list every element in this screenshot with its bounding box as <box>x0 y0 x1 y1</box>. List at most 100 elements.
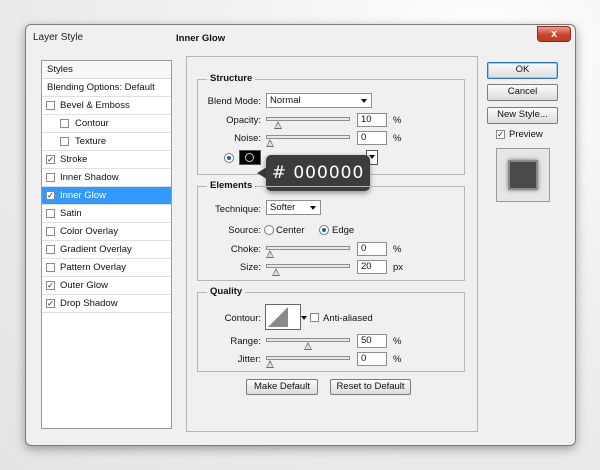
jitter-input[interactable]: 0 <box>357 352 387 366</box>
quality-title: Quality <box>207 286 246 297</box>
preview-swatch <box>508 160 538 190</box>
style-item-color-overlay[interactable]: Color Overlay <box>42 223 171 241</box>
technique-label: Technique: <box>215 204 261 215</box>
style-item-texture[interactable]: Texture <box>42 133 171 151</box>
contour-picker[interactable] <box>265 304 301 330</box>
size-input[interactable]: 20 <box>357 260 387 274</box>
style-preview <box>496 148 550 202</box>
size-label: Size: <box>239 262 261 273</box>
noise-slider-thumb[interactable] <box>266 139 274 147</box>
chevron-down-icon <box>310 206 316 210</box>
title-bar: Layer Style x <box>26 25 575 49</box>
styles-list: Styles Blending Options: Default Bevel &… <box>41 60 172 429</box>
anti-aliased-checkbox[interactable] <box>310 313 319 322</box>
make-default-button[interactable]: Make Default <box>246 379 318 395</box>
chevron-down-icon[interactable] <box>301 316 307 320</box>
style-item-label: Stroke <box>60 154 88 165</box>
style-item-label: Bevel & Emboss <box>60 100 130 111</box>
style-item-label: Inner Shadow <box>60 172 119 183</box>
choke-label: Choke: <box>230 244 261 255</box>
glow-color-swatch[interactable] <box>239 150 261 165</box>
style-checkbox[interactable]: ✓ <box>46 299 55 308</box>
blending-options-item[interactable]: Blending Options: Default <box>42 79 171 97</box>
style-checkbox[interactable] <box>46 263 55 272</box>
opacity-slider-thumb[interactable] <box>273 121 282 129</box>
ok-button[interactable]: OK <box>487 62 558 79</box>
jitter-slider[interactable] <box>266 356 350 360</box>
style-item-bevel-emboss[interactable]: Bevel & Emboss <box>42 97 171 115</box>
style-item-satin[interactable]: Satin <box>42 205 171 223</box>
style-checkbox[interactable] <box>60 137 69 146</box>
size-unit: px <box>393 262 404 273</box>
choke-slider-thumb[interactable] <box>266 250 274 258</box>
style-checkbox[interactable] <box>60 119 69 128</box>
preview-label[interactable]: Preview <box>509 129 543 140</box>
reset-to-default-button[interactable]: Reset to Default <box>330 379 411 395</box>
style-item-inner-shadow[interactable]: Inner Shadow <box>42 169 171 187</box>
style-item-contour[interactable]: Contour <box>42 115 171 133</box>
noise-input[interactable]: 0 <box>357 131 387 145</box>
style-checkbox[interactable]: ✓ <box>46 281 55 290</box>
style-item-gradient-overlay[interactable]: Gradient Overlay <box>42 241 171 259</box>
style-checkbox[interactable] <box>46 245 55 254</box>
opacity-label: Opacity: <box>226 115 261 126</box>
close-button[interactable]: x <box>537 26 571 42</box>
style-item-label: Inner Glow <box>60 190 106 201</box>
choke-unit: % <box>393 244 402 255</box>
preview-checkbox[interactable]: ✓ <box>496 130 505 139</box>
range-unit: % <box>393 336 402 347</box>
jitter-unit: % <box>393 354 402 365</box>
chevron-down-icon <box>361 99 367 103</box>
style-checkbox[interactable] <box>46 173 55 182</box>
size-slider-thumb[interactable] <box>272 268 281 276</box>
source-edge-label[interactable]: Edge <box>332 225 354 236</box>
anti-aliased-label[interactable]: Anti-aliased <box>323 313 373 324</box>
color-picker-icon <box>245 153 254 162</box>
style-item-pattern-overlay[interactable]: Pattern Overlay <box>42 259 171 277</box>
cancel-button[interactable]: Cancel <box>487 84 558 101</box>
style-item-label: Contour <box>75 118 109 129</box>
new-style-button[interactable]: New Style... <box>487 107 558 124</box>
opacity-input[interactable]: 10 <box>357 113 387 127</box>
style-checkbox[interactable] <box>46 209 55 218</box>
source-edge-radio[interactable] <box>319 225 329 235</box>
blend-mode-label: Blend Mode: <box>207 96 261 107</box>
style-item-label: Color Overlay <box>60 226 119 237</box>
structure-title: Structure <box>207 73 256 84</box>
blend-mode-select[interactable]: Normal <box>266 93 372 108</box>
style-checkbox[interactable]: ✓ <box>46 191 55 200</box>
noise-unit: % <box>393 133 402 144</box>
range-label: Range: <box>230 336 261 347</box>
style-item-label: Gradient Overlay <box>60 244 132 255</box>
style-checkbox[interactable] <box>46 101 55 110</box>
style-checkbox[interactable]: ✓ <box>46 155 55 164</box>
style-item-stroke[interactable]: ✓ Stroke <box>42 151 171 169</box>
style-item-label: Pattern Overlay <box>60 262 126 273</box>
style-item-drop-shadow[interactable]: ✓ Drop Shadow <box>42 295 171 313</box>
style-checkbox[interactable] <box>46 227 55 236</box>
blend-mode-value: Normal <box>270 95 301 106</box>
technique-select[interactable]: Softer <box>266 200 321 215</box>
range-input[interactable]: 50 <box>357 334 387 348</box>
jitter-slider-thumb[interactable] <box>266 360 274 368</box>
styles-header[interactable]: Styles <box>42 61 171 79</box>
noise-label: Noise: <box>234 133 261 144</box>
contour-label: Contour: <box>224 313 261 324</box>
window-title: Layer Style <box>33 32 84 43</box>
style-item-inner-glow[interactable]: ✓ Inner Glow <box>42 187 171 205</box>
style-item-label: Outer Glow <box>60 280 109 291</box>
opacity-unit: % <box>393 115 402 126</box>
color-mode-radio[interactable] <box>224 153 234 163</box>
technique-value: Softer <box>270 202 296 213</box>
choke-input[interactable]: 0 <box>357 242 387 256</box>
style-item-outer-glow[interactable]: ✓ Outer Glow <box>42 277 171 295</box>
inner-glow-title: Inner Glow <box>172 33 230 44</box>
elements-title: Elements <box>207 180 256 191</box>
source-center-radio[interactable] <box>264 225 274 235</box>
choke-slider[interactable] <box>266 246 350 250</box>
source-center-label[interactable]: Center <box>276 225 305 236</box>
range-slider-thumb[interactable] <box>304 342 312 350</box>
noise-slider[interactable] <box>266 135 350 139</box>
style-item-label: Satin <box>60 208 82 219</box>
contour-curve-icon <box>268 307 288 327</box>
